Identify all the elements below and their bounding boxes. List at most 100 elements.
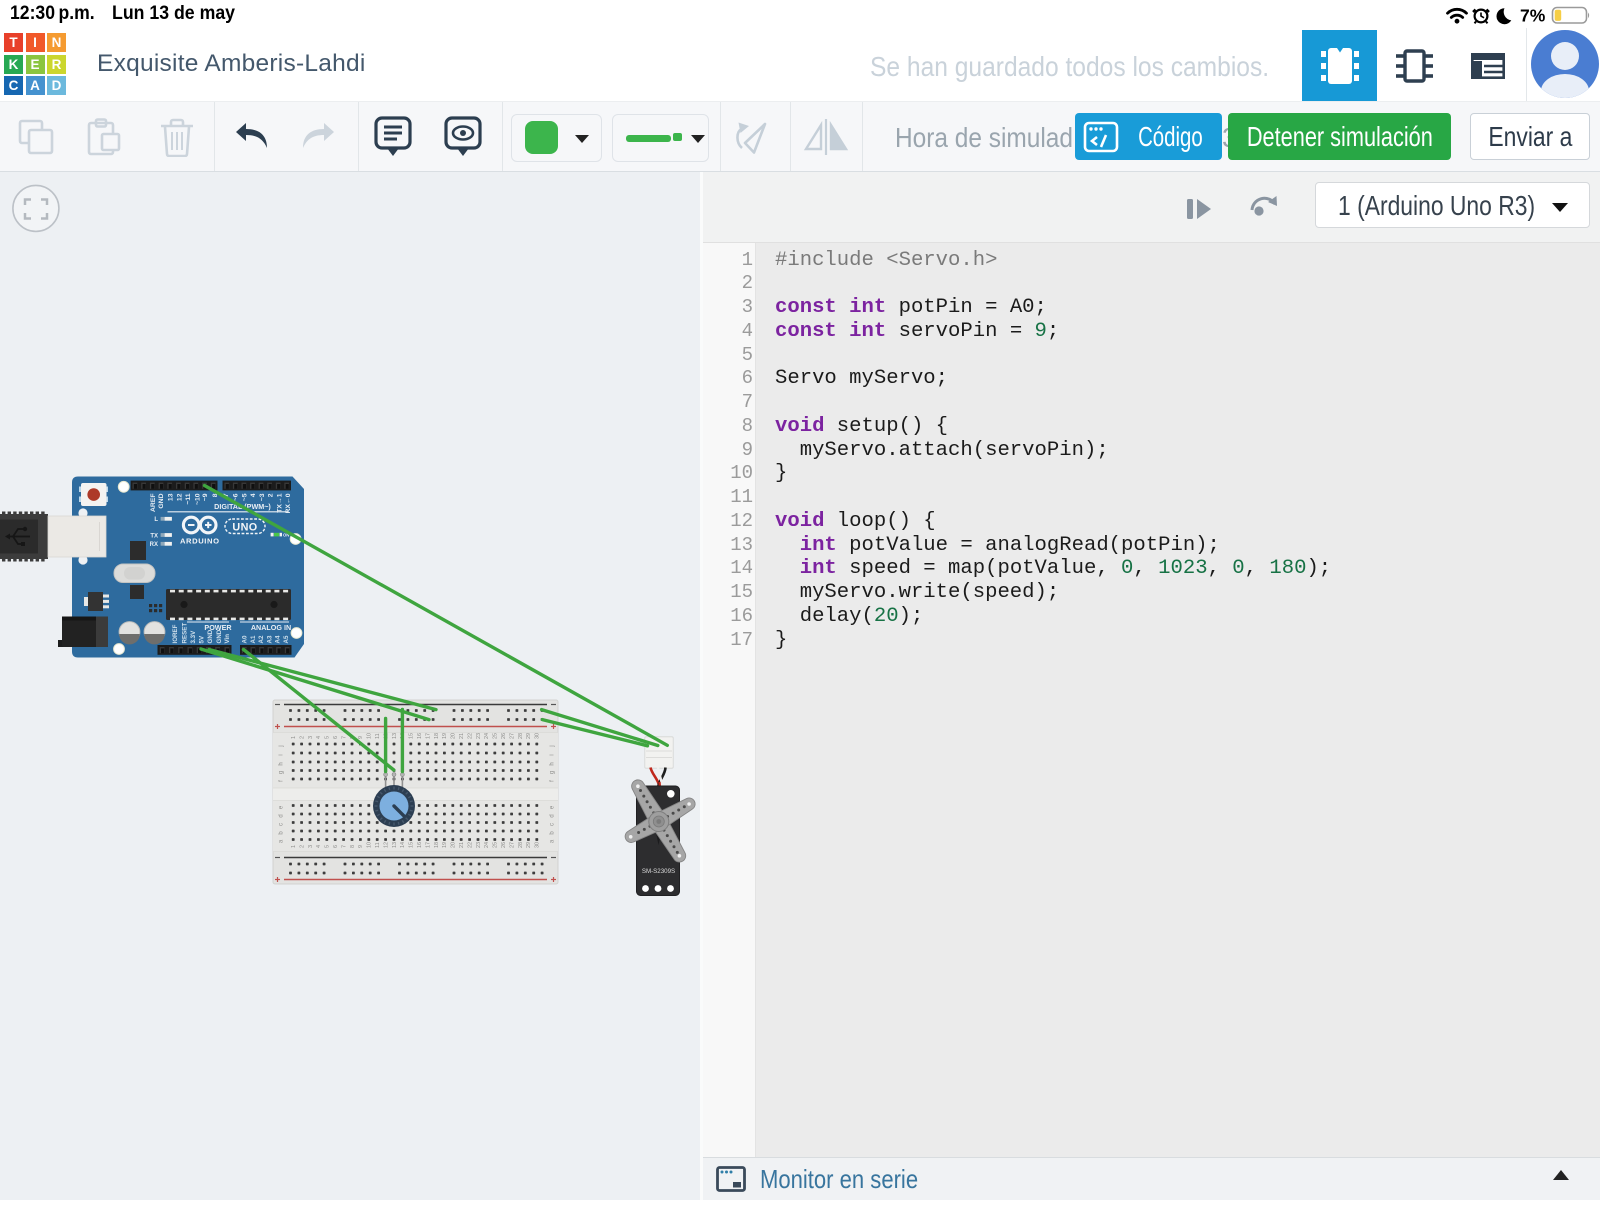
svg-text:21: 21 [459, 733, 465, 739]
svg-text:26: 26 [501, 733, 507, 739]
svg-text:23: 23 [476, 733, 482, 739]
svg-text:2: 2 [268, 493, 275, 497]
svg-text:h: h [550, 762, 556, 765]
svg-text:27: 27 [509, 842, 515, 848]
svg-text:13: 13 [168, 493, 175, 501]
svg-text:27: 27 [509, 733, 515, 739]
svg-text:g: g [279, 771, 285, 774]
svg-text:24: 24 [484, 733, 490, 739]
svg-text:11: 11 [375, 842, 381, 848]
svg-text:A0: A0 [241, 635, 248, 643]
svg-text:30: 30 [535, 733, 541, 739]
svg-text:18: 18 [434, 842, 440, 848]
svg-text:7: 7 [341, 736, 347, 739]
svg-text:6: 6 [333, 845, 339, 848]
svg-text:22: 22 [467, 733, 473, 739]
svg-text:12: 12 [176, 493, 183, 501]
svg-text:4: 4 [316, 845, 322, 848]
svg-text:24: 24 [484, 842, 490, 848]
svg-text:IOREF: IOREF [172, 624, 179, 643]
svg-text:RESET: RESET [181, 623, 188, 644]
svg-text:21: 21 [459, 842, 465, 848]
svg-text:2: 2 [299, 736, 305, 739]
svg-text:28: 28 [518, 842, 524, 848]
svg-text:SM-S2309S: SM-S2309S [642, 868, 675, 875]
svg-text:19: 19 [442, 842, 448, 848]
svg-text:5V: 5V [198, 635, 205, 643]
svg-text:14: 14 [400, 842, 406, 848]
svg-text:c: c [550, 823, 556, 826]
svg-text:6: 6 [333, 736, 339, 739]
svg-text:11: 11 [375, 733, 381, 739]
svg-text:j: j [279, 745, 285, 747]
svg-text:TX→1: TX→1 [276, 493, 283, 512]
svg-text:13: 13 [392, 842, 398, 848]
svg-text:TX: TX [150, 533, 158, 539]
svg-text:25: 25 [493, 733, 499, 739]
svg-text:26: 26 [501, 842, 507, 848]
svg-text:~3: ~3 [259, 493, 266, 501]
svg-text:12: 12 [383, 842, 389, 848]
svg-text:10: 10 [367, 733, 373, 739]
svg-text:~5: ~5 [241, 493, 248, 501]
svg-text:ARDUINO: ARDUINO [180, 537, 220, 546]
svg-text:3: 3 [308, 736, 314, 739]
svg-text:23: 23 [476, 842, 482, 848]
svg-text:22: 22 [467, 842, 473, 848]
svg-text:15: 15 [409, 842, 415, 848]
svg-text:9: 9 [358, 845, 364, 848]
svg-text:c: c [279, 823, 285, 826]
svg-text:d: d [279, 814, 285, 817]
svg-text:13: 13 [392, 733, 398, 739]
svg-text:i: i [550, 754, 556, 755]
svg-text:10: 10 [367, 842, 373, 848]
svg-text:25: 25 [493, 842, 499, 848]
svg-text:i: i [279, 754, 285, 755]
svg-text:29: 29 [526, 842, 532, 848]
svg-text:GND: GND [158, 493, 165, 508]
svg-text:d: d [550, 814, 556, 817]
svg-text:L: L [154, 517, 158, 523]
svg-text:7%: 7% [1520, 6, 1546, 26]
svg-text:RX←0: RX←0 [285, 493, 292, 513]
svg-text:A2: A2 [258, 635, 265, 643]
svg-text:3.3V: 3.3V [190, 630, 197, 644]
svg-text:UNO: UNO [232, 522, 257, 534]
svg-text:16: 16 [417, 733, 423, 739]
svg-text:18: 18 [434, 733, 440, 739]
svg-text:4: 4 [250, 493, 257, 497]
svg-text:4: 4 [316, 736, 322, 739]
svg-text:5: 5 [325, 845, 331, 848]
svg-text:20: 20 [451, 842, 457, 848]
svg-text:A5: A5 [283, 635, 290, 643]
svg-text:~10: ~10 [195, 493, 202, 505]
svg-text:AREF: AREF [150, 494, 157, 513]
svg-text:A3: A3 [266, 635, 273, 643]
svg-text:7: 7 [341, 845, 347, 848]
svg-text:17: 17 [425, 842, 431, 848]
svg-text:A1: A1 [250, 635, 257, 643]
svg-text:3: 3 [308, 845, 314, 848]
svg-text:17: 17 [425, 733, 431, 739]
svg-text:~9: ~9 [202, 493, 209, 501]
svg-text:1: 1 [291, 845, 297, 848]
svg-text:2: 2 [299, 845, 305, 848]
svg-text:30: 30 [535, 842, 541, 848]
svg-text:15: 15 [409, 733, 415, 739]
svg-text:ANALOG IN: ANALOG IN [251, 623, 291, 632]
svg-text:5: 5 [325, 736, 331, 739]
svg-text:RX: RX [150, 542, 158, 548]
svg-text:16: 16 [417, 842, 423, 848]
svg-text:g: g [550, 771, 556, 774]
svg-text:9: 9 [358, 736, 364, 739]
svg-text:28: 28 [518, 733, 524, 739]
svg-text:8: 8 [350, 845, 356, 848]
svg-text:POWER: POWER [204, 623, 232, 632]
svg-text:h: h [279, 762, 285, 765]
svg-text:19: 19 [442, 733, 448, 739]
svg-text:A4: A4 [274, 635, 281, 643]
svg-text:20: 20 [451, 733, 457, 739]
svg-text:1: 1 [291, 736, 297, 739]
svg-text:j: j [550, 745, 556, 747]
svg-text:Vin: Vin [224, 634, 231, 644]
